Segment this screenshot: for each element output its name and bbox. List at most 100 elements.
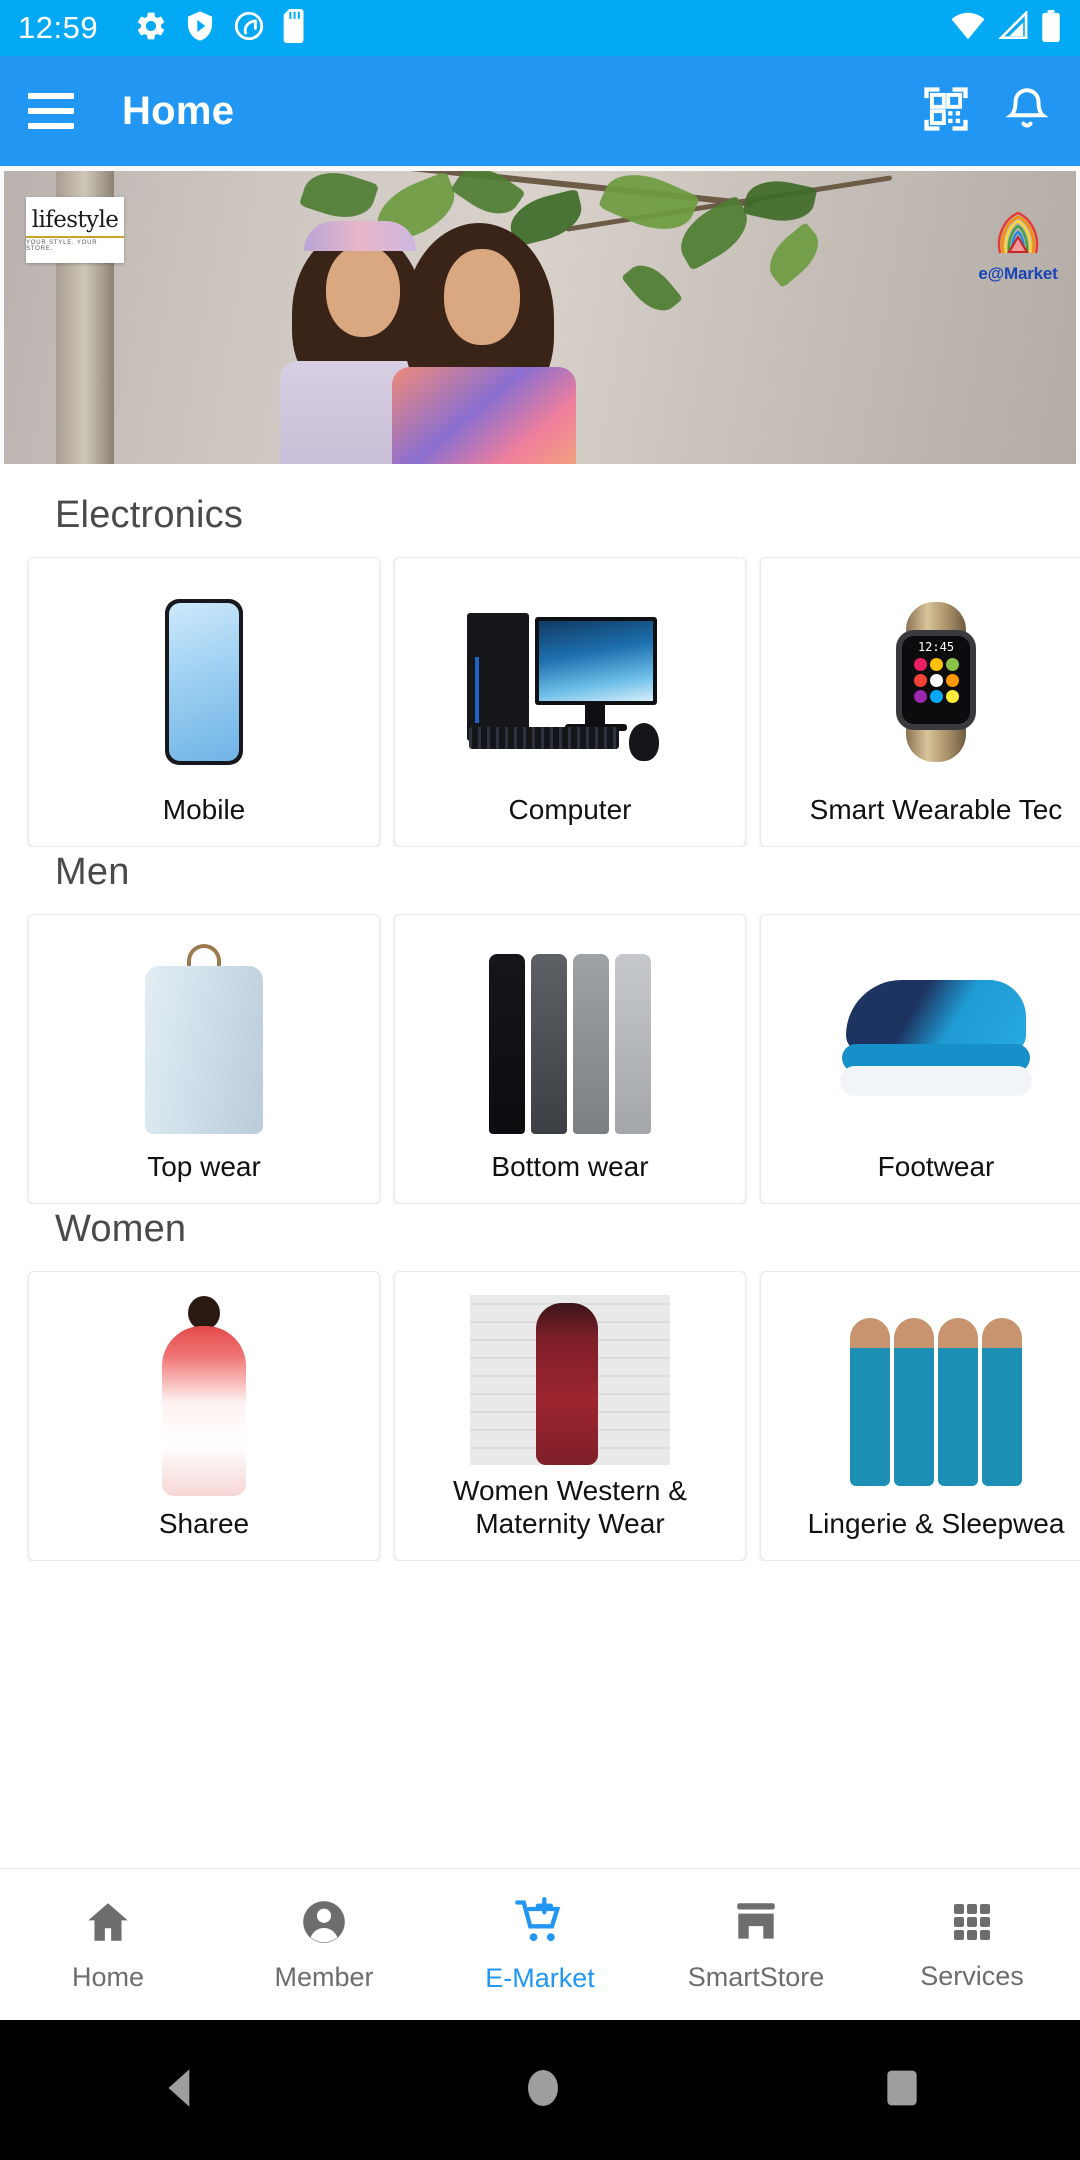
category-row-electronics[interactable]: Mobile Computer 12:45 Smart Wearable Tec [0, 557, 1080, 847]
bottom-nav-item-emarket[interactable]: E-Market [432, 1896, 648, 1994]
partner-logo-label: e@Market [978, 264, 1058, 283]
partner-logo: e@Market [972, 209, 1064, 284]
category-card-footwear[interactable]: Footwear [760, 914, 1080, 1204]
brand-logo-text: lifestyle [31, 206, 119, 233]
trouser [615, 954, 651, 1135]
watch-face: 12:45 [896, 630, 976, 731]
bottom-nav-item-member[interactable]: Member [216, 1897, 432, 1993]
promo-banner-container[interactable]: lifestyle YOUR STYLE. YOUR STORE. e@Mark… [0, 166, 1080, 464]
trouser [489, 954, 525, 1135]
category-card-computer[interactable]: Computer [394, 557, 746, 847]
watch-time: 12:45 [917, 640, 955, 655]
category-card-label: Sharee [158, 1507, 250, 1539]
category-card-mobile[interactable]: Mobile [28, 557, 380, 847]
bottom-nav-label: Member [274, 1961, 374, 1992]
hamburger-menu-icon[interactable] [28, 93, 74, 129]
app-bar-actions [920, 83, 1052, 140]
phone-body [165, 599, 243, 766]
lingerie-model [982, 1318, 1022, 1487]
shopping-cart-plus-icon [513, 1896, 567, 1953]
gown-scene [470, 1294, 670, 1465]
watch-app-dot [929, 658, 943, 672]
status-bar: 12:59 [0, 0, 1080, 56]
mens-shirt-image [29, 929, 379, 1150]
watch-app-dot [945, 690, 959, 704]
sd-card-icon [282, 8, 308, 48]
category-row-men[interactable]: Top wear Bottom wear Footwear [0, 914, 1080, 1204]
category-card-lingerie-sleepwear[interactable]: Lingerie & Sleepwea [760, 1271, 1080, 1561]
bottom-nav-item-smartstore[interactable]: SmartStore [648, 1897, 864, 1993]
watch-app-dot [945, 674, 959, 688]
banner-leaf [742, 174, 818, 228]
banner-leaf [759, 221, 829, 289]
status-bar-right [950, 9, 1062, 47]
android-navigation-bar [0, 2020, 1080, 2160]
category-card-bottom-wear[interactable]: Bottom wear [394, 914, 746, 1204]
category-scroll-area[interactable]: Electronics Mobile Computer 12:45 Smart … [0, 464, 1080, 1868]
storefront-icon [731, 1897, 781, 1952]
phone-screen [169, 603, 239, 762]
bottom-nav-label: Services [920, 1960, 1024, 1991]
bottom-navigation-bar: Home Member E-Market SmartStore Services [0, 1868, 1080, 2020]
category-card-label: Lingerie & Sleepwea [807, 1507, 1065, 1539]
bottom-nav-item-services[interactable]: Services [864, 1898, 1080, 1992]
promo-banner-image[interactable]: lifestyle YOUR STYLE. YOUR STORE. e@Mark… [4, 171, 1076, 464]
bottom-nav-label: E-Market [485, 1962, 595, 1993]
shirt [129, 944, 279, 1135]
category-card-label: Smart Wearable Tec [809, 793, 1063, 825]
home-circle-icon[interactable] [519, 2064, 567, 2117]
back-triangle-icon[interactable] [156, 2063, 206, 2118]
banner-leaf [620, 255, 684, 321]
status-bar-clock: 12:59 [18, 10, 99, 45]
mens-trousers-image [395, 929, 745, 1150]
hamburger-line [28, 108, 74, 114]
category-card-top-wear[interactable]: Top wear [28, 914, 380, 1204]
brand-logo-tagline: YOUR STYLE. YOUR STORE. [26, 235, 124, 252]
section-electronics: Electronics Mobile Computer 12:45 Smart … [0, 494, 1080, 847]
sneaker-upper [846, 980, 1026, 1053]
sneaker-image [761, 929, 1080, 1150]
category-row-women[interactable]: Sharee Women Western & Maternity Wear Li… [0, 1271, 1080, 1561]
maternity-gown-image [395, 1286, 745, 1474]
watch-app-grid [902, 654, 970, 707]
gear-icon [134, 9, 168, 48]
lingerie-models [850, 1306, 1022, 1487]
app-root: 12:59 Home lifestyle YOUR STYLE. YOUR ST… [0, 0, 1080, 2160]
category-card-label: Women Western & Maternity Wear [453, 1474, 687, 1539]
emarket-mark-icon [990, 209, 1046, 261]
pc-set [461, 607, 679, 762]
notification-bell-icon[interactable] [1002, 84, 1052, 139]
section-women: Women Sharee Women Western & Maternity W… [0, 1208, 1080, 1561]
bottom-nav-item-home[interactable]: Home [0, 1897, 216, 1993]
pc-keyboard [469, 727, 619, 750]
brand-logo: lifestyle YOUR STYLE. YOUR STORE. [26, 197, 124, 263]
category-card-women-western-maternity[interactable]: Women Western & Maternity Wear [394, 1271, 746, 1561]
saree-drape [162, 1326, 246, 1497]
cellular-signal-icon [997, 9, 1029, 46]
saree-figure [144, 1296, 264, 1497]
battery-icon [1040, 9, 1062, 47]
category-card-label: Mobile [162, 793, 246, 825]
lingerie-sleepwear-image [761, 1286, 1080, 1507]
apps-grid-icon [948, 1898, 996, 1951]
lingerie-model [850, 1318, 890, 1487]
page-title: Home [122, 88, 235, 133]
banner-model-right-body [392, 367, 576, 464]
bottom-nav-label: SmartStore [687, 1961, 825, 1992]
watch-app-dot [913, 690, 927, 704]
trousers-group [489, 944, 651, 1135]
pc-monitor [535, 617, 657, 706]
category-card-sharee[interactable]: Sharee [28, 1271, 380, 1561]
watch-app-dot [913, 658, 927, 672]
banner-model-right-face [444, 249, 520, 345]
person-icon [299, 1897, 349, 1952]
category-card-smart-wearable[interactable]: 12:45 Smart Wearable Tec [760, 557, 1080, 847]
qr-scan-icon[interactable] [920, 83, 972, 140]
watch-app-dot [945, 658, 959, 672]
watch-app-dot [929, 690, 943, 704]
recents-square-icon[interactable] [880, 2066, 924, 2115]
pc-tower [467, 613, 529, 742]
pc-monitor-screen [539, 621, 653, 702]
gown-model [536, 1302, 598, 1465]
smartwatch-image: 12:45 [761, 572, 1080, 793]
